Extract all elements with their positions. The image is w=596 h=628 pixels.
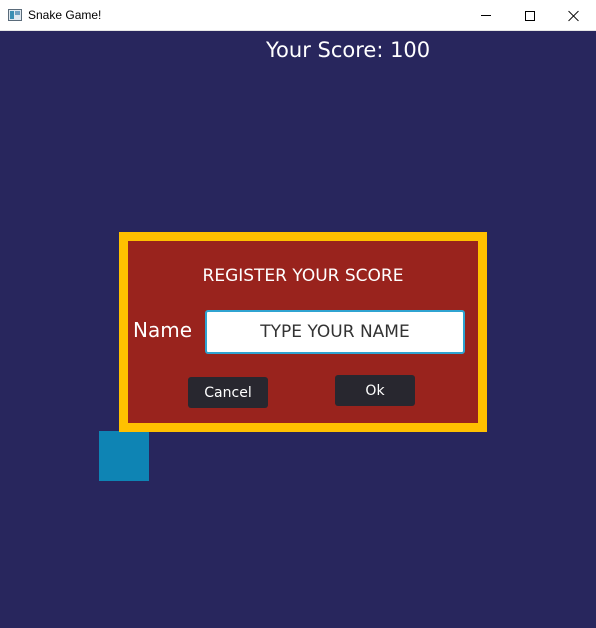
window-title: Snake Game!: [28, 8, 102, 22]
name-input[interactable]: [205, 310, 465, 354]
title-bar: Snake Game!: [0, 0, 596, 31]
cancel-button[interactable]: Cancel: [188, 377, 268, 408]
minimize-icon: [481, 15, 491, 16]
dialog-body: REGISTER YOUR SCORE Name Cancel Ok: [128, 241, 478, 423]
close-icon: [568, 10, 580, 22]
app-icon: [8, 9, 22, 21]
name-label: Name: [133, 318, 193, 342]
maximize-icon: [525, 10, 535, 21]
dialog-title: REGISTER YOUR SCORE: [202, 266, 404, 286]
snake-segment: [99, 431, 149, 481]
maximize-button[interactable]: [507, 0, 553, 31]
register-score-dialog: REGISTER YOUR SCORE Name Cancel Ok: [119, 232, 487, 432]
close-button[interactable]: [551, 0, 596, 31]
game-area: Your Score: 100 REGISTER YOUR SCORE Name…: [0, 31, 596, 628]
ok-button[interactable]: Ok: [335, 375, 415, 406]
minimize-button[interactable]: [463, 0, 509, 31]
score-display: Your Score: 100: [266, 38, 431, 62]
